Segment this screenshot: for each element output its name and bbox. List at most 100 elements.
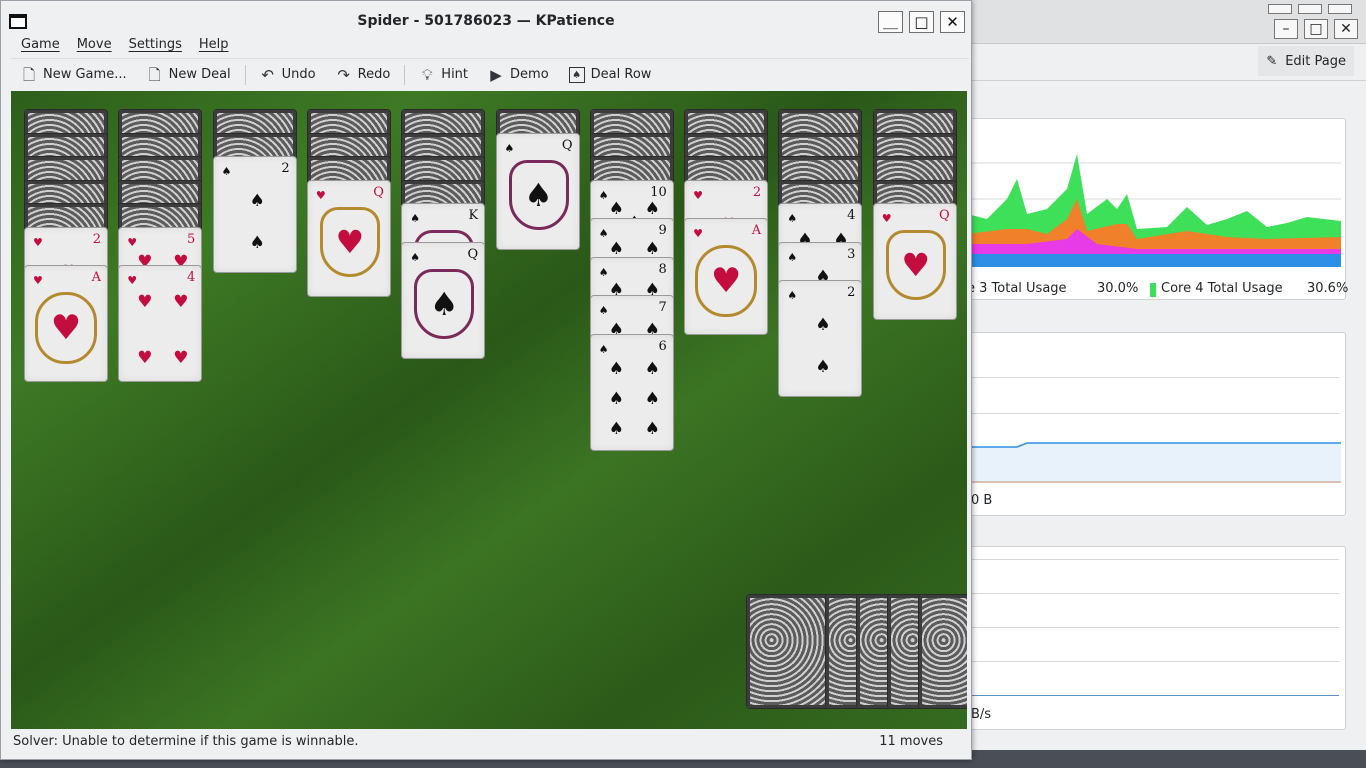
card-rank: A [751,223,762,238]
bg-close-button[interactable]: ✕ [1334,19,1358,39]
card-suit-icon: ♥ [693,227,703,240]
new-game-label: New Game... [43,67,127,82]
suit-pip-icon: ♠ [644,388,661,409]
background-window: – □ ✕ ✎ Edit Page e 3 Total Usage 30.0% … [958,0,1366,750]
card-suit-icon: ♠ [598,227,609,240]
card-suit-icon: ♥ [33,235,43,249]
playing-card[interactable]: Q ♥ ♥ [872,203,957,320]
card-suit-icon: ♠ [598,265,609,279]
memory-panel: 0 B [966,332,1346,516]
memory-label: 0 B [971,493,993,508]
card-suit-icon: ♠ [504,141,515,155]
legend-core3-label: e 3 Total Usage [967,281,1067,296]
suit-pip-icon: ♠ [249,191,265,211]
window-title: Spider - 501786023 — KPatience [357,13,615,29]
background-mini-buttons [1268,4,1352,14]
demo-button[interactable]: ▶ Demo [478,60,559,90]
divider [958,80,1366,81]
new-deal-label: New Deal [168,67,231,82]
deal-cards-icon: ♠ [568,66,585,83]
network-label: B/s [971,707,992,722]
card-suit-icon: ♥ [315,188,326,202]
app-menu-icon[interactable] [9,14,27,29]
cpu-chart [967,154,1341,267]
bg-maximize-button[interactable]: □ [1304,19,1328,39]
card-suit-icon: ♥ [881,212,892,225]
card-rank: 2 [281,161,290,176]
playing-card[interactable]: Q ♠ ♠ [495,132,580,250]
court-portrait-icon: ♠ [414,268,475,339]
maximize-button[interactable]: □ [909,11,934,33]
close-button[interactable]: ✕ [940,11,965,33]
stock-pile[interactable] [918,594,967,709]
undo-icon: ↶ [261,65,274,84]
card-rank: 2 [847,285,856,300]
court-portrait-icon: ♥ [319,206,380,277]
new-game-button[interactable]: 🗋 New Game... [11,60,137,90]
cpu-panel: e 3 Total Usage 30.0% Core 4 Total Usage… [966,118,1349,300]
legend-core3-value: 30.0% [1097,281,1139,296]
playing-card[interactable]: 2 ♠ ♠ ♠ [212,156,297,273]
card-suit-icon: ♥ [127,274,138,287]
menu-settings[interactable]: Settings [119,35,192,57]
lightbulb-icon: 💡︎ [422,65,433,84]
edit-page-button[interactable]: ✎ Edit Page [1258,46,1354,76]
card-suit-icon: ♠ [221,165,232,178]
undo-label: Undo [281,67,316,82]
suit-pip-icon: ♥ [137,292,153,312]
playing-card[interactable]: Q ♥ ♥ [306,179,391,297]
card-suit-icon: ♠ [787,250,798,264]
game-table[interactable]: 2♥♥♥A♥♥5♥♥♥♥♥♥4♥♥♥♥♥2♠♠♠Q♥♥K♠♠Q♠♠Q♠♠10♠♠… [11,91,967,729]
card-suit-icon: ♥ [693,188,703,202]
move-count: 11 moves [879,734,943,749]
ace-emblem-icon: ♥ [35,292,97,364]
card-suit-icon: ♠ [598,342,609,356]
hint-label: Hint [441,67,469,82]
card-rank: 2 [752,184,762,200]
new-document-icon: 🗋 [22,65,36,84]
status-bar: Solver: Unable to determine if this game… [11,731,969,753]
toolbar-separator [244,64,246,85]
background-window-buttons: – □ ✕ [1274,19,1358,39]
menu-game[interactable]: Game [11,35,70,57]
window-titlebar: Spider - 501786023 — KPatience [1,1,971,35]
menu-help[interactable]: Help [189,35,239,57]
card-rank: K [468,208,479,223]
card-suit-icon: ♠ [410,212,421,225]
playing-card[interactable]: 2 ♠ ♠ ♠ [778,280,863,397]
network-panel: B/s [966,546,1346,730]
redo-icon: ↷ [337,65,350,84]
card-suit-icon: ♠ [787,212,798,225]
undo-button[interactable]: ↶ Undo [250,60,326,90]
court-portrait-icon: ♠ [508,159,569,230]
suit-pip-icon: ♠ [644,198,661,219]
playing-card[interactable]: A ♥ ♥ [684,218,769,335]
suit-pip-icon: ♠ [815,315,831,335]
hint-button[interactable]: 💡︎ Hint [409,60,478,90]
suit-pip-icon: ♥ [137,348,153,368]
bg-minimize-button[interactable]: – [1274,19,1298,39]
suit-pip-icon: ♥ [173,348,189,368]
playing-card[interactable]: A ♥ ♥ [24,265,108,382]
court-portrait-icon: ♥ [885,230,946,300]
deal-row-button[interactable]: ♠ Deal Row [559,60,662,90]
suit-pip-icon: ♠ [249,233,265,253]
new-deal-button[interactable]: 🗋 New Deal [137,60,241,90]
playing-card[interactable]: 4 ♥ ♥ ♥ ♥ ♥ [118,265,203,382]
legend-core4-value: 30.6% [1307,281,1349,296]
card-suit-icon: ♠ [598,188,609,202]
minimize-button[interactable]: ＿ [878,11,903,33]
suit-pip-icon: ♠ [608,358,625,379]
card-rank: 4 [187,270,196,285]
ace-emblem-icon: ♥ [695,245,758,317]
pencil-icon: ✎ [1266,53,1278,69]
card-rank: Q [373,184,384,200]
demo-label: Demo [510,67,549,82]
playing-card[interactable]: 6 ♠ ♠ ♠ ♠ ♠ ♠ ♠ [589,333,674,451]
playing-card[interactable]: Q ♠ ♠ [401,241,486,359]
menu-move[interactable]: Move [67,35,122,57]
stock-pile[interactable] [746,594,830,709]
card-suit-icon: ♠ [787,289,798,302]
redo-button[interactable]: ↷ Redo [326,60,401,90]
card-rank: 9 [658,223,667,238]
